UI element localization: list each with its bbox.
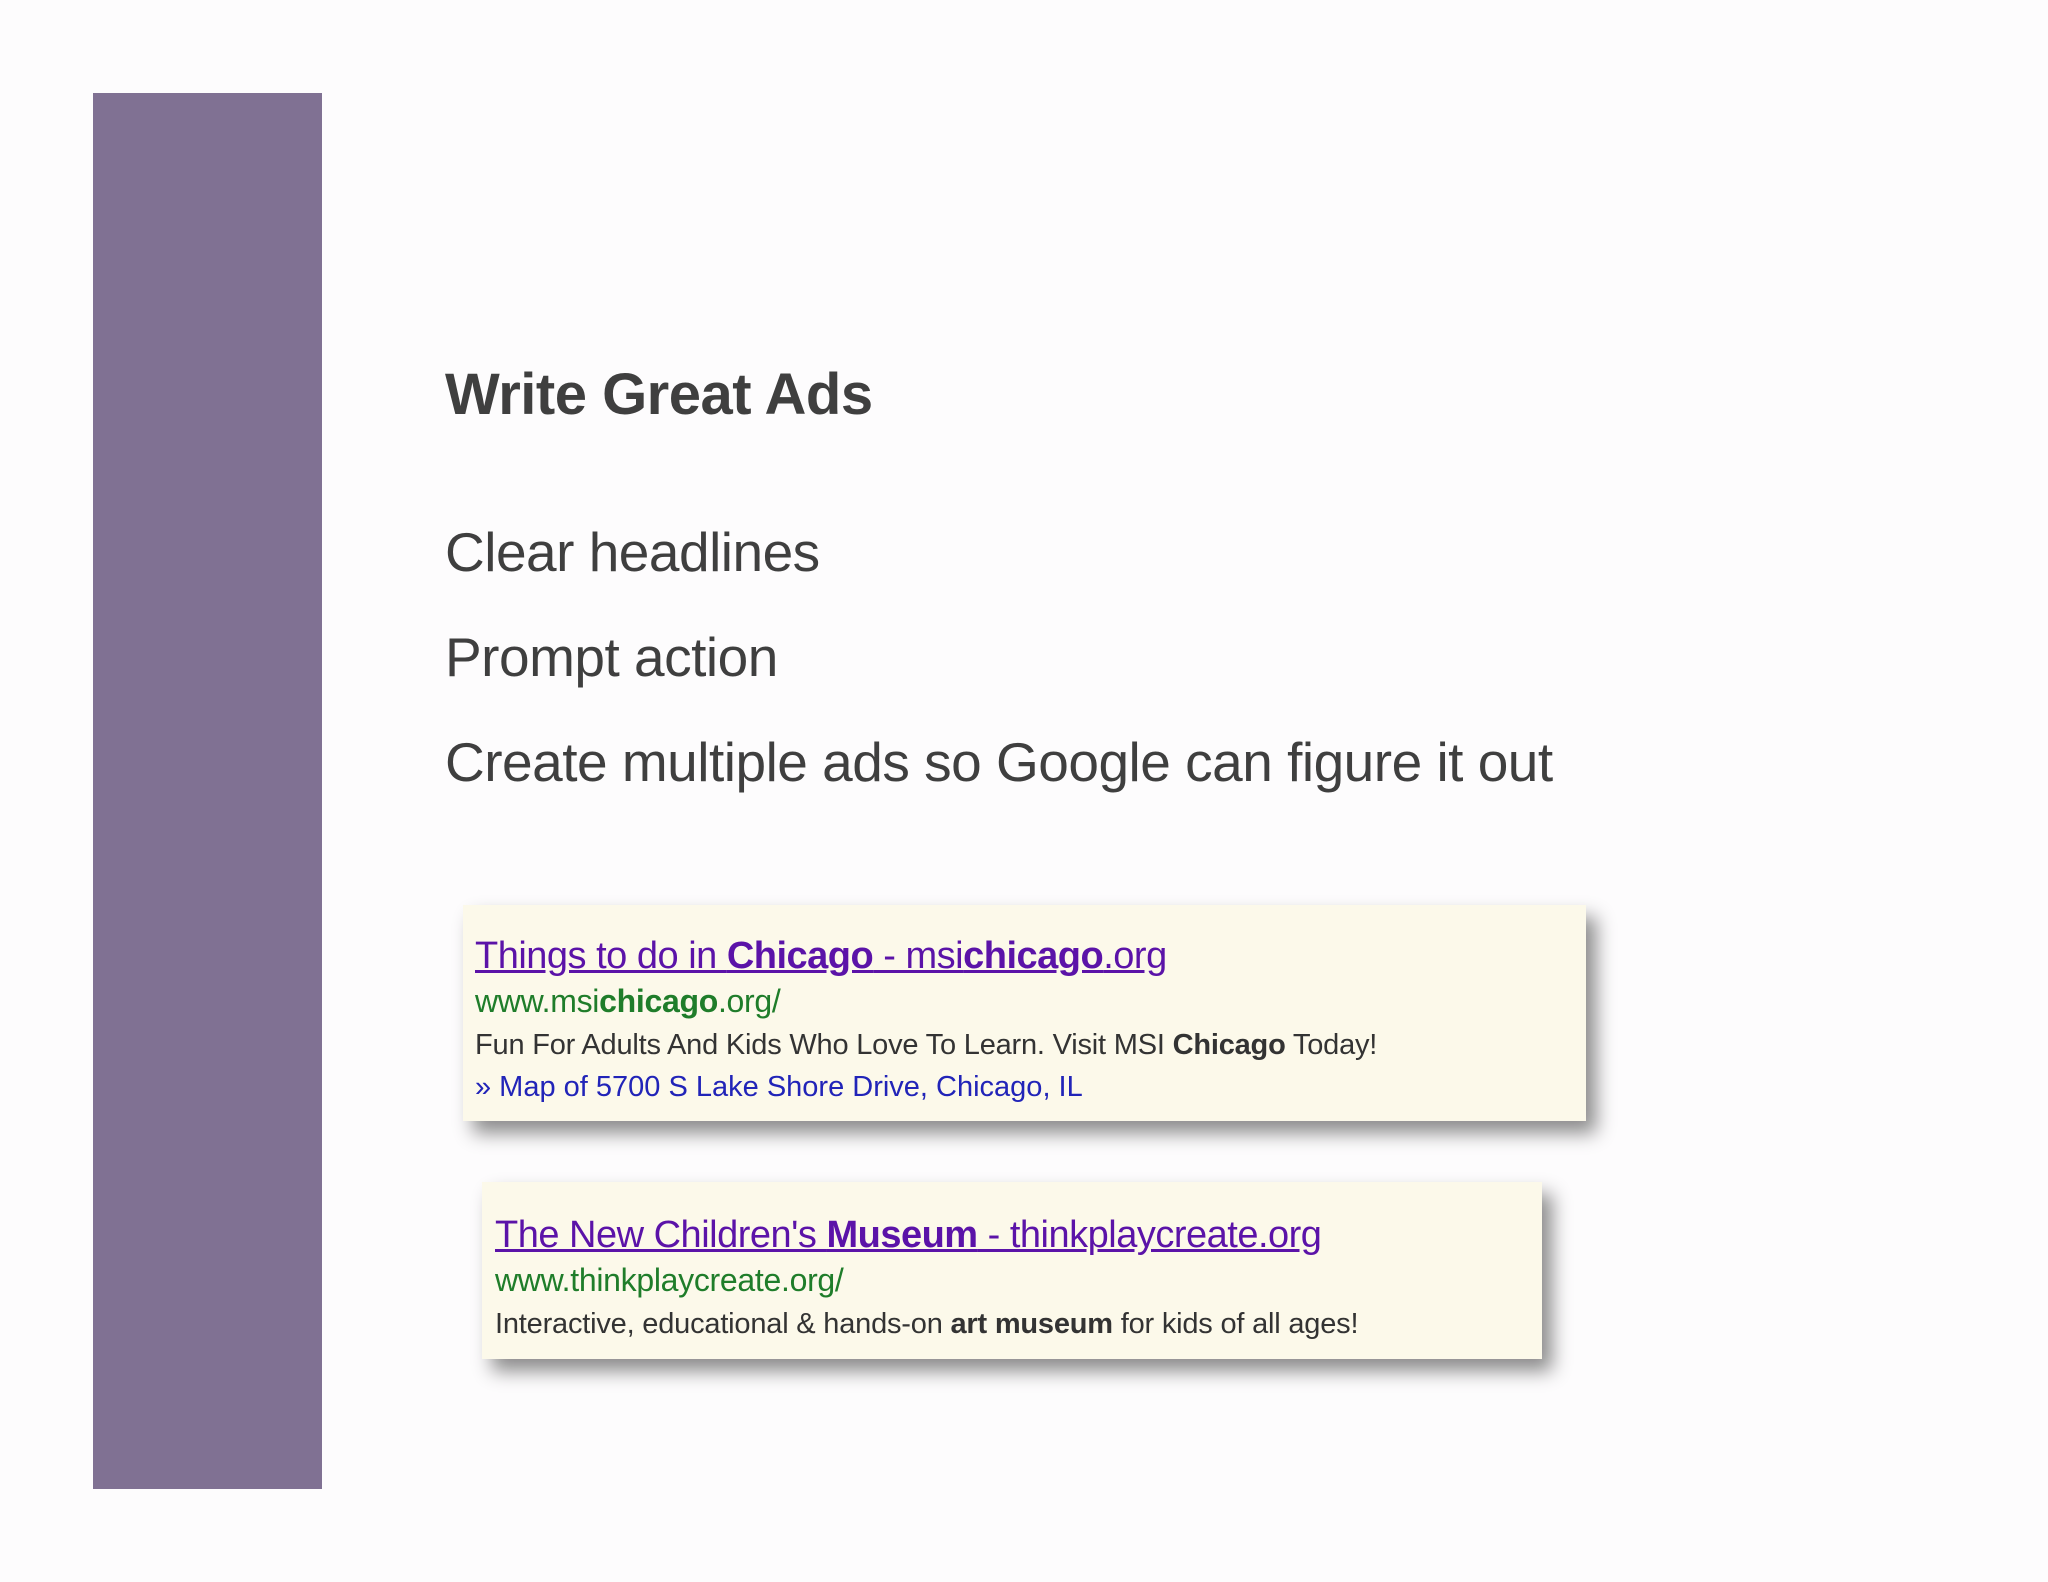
ad-desc-text: Today! [1285,1029,1378,1061]
ad-display-url: www.thinkplaycreate.org/ [495,1258,1542,1302]
ad-headline-text: - msi [873,935,964,977]
ad-headline-text: Things to do in [475,935,727,977]
ad-headline-keyword: chicago [963,935,1104,977]
ad-url-text: .org/ [717,983,781,1019]
ad-desc-text: Interactive, educational & hands-on [495,1308,951,1340]
ad-headline-link[interactable]: The New Children's Museum - thinkplaycre… [495,1212,1542,1258]
ad-headline-keyword: Chicago [726,935,874,977]
bullet-list: Clear headlines Prompt action Create mul… [445,500,1945,815]
ad-description: Fun For Adults And Kids Who Love To Lear… [475,1023,1586,1067]
slide-title: Write Great Ads [445,362,873,427]
ad-headline-keyword: Museum [826,1214,978,1256]
bullet-item: Create multiple ads so Google can figure… [445,731,1553,793]
ad-desc-keyword: Chicago [1172,1029,1286,1061]
ad-headline-text: - thinkplaycreate.org [977,1214,1322,1256]
ad-desc-text: Fun For Adults And Kids Who Love To Lear… [475,1029,1173,1061]
ad-headline-link[interactable]: Things to do in Chicago - msichicago.org [475,933,1586,979]
side-accent-bar [93,93,322,1489]
ad-display-url: www.msichicago.org/ [475,979,1586,1023]
ad-preview-msichicago: Things to do in Chicago - msichicago.org… [463,905,1586,1121]
slide-content: Write Great Ads Clear headlines Prompt a… [445,355,1945,815]
ad-headline-text: The New Children's [495,1214,827,1256]
bullet-item: Prompt action [445,626,778,688]
ad-description: Interactive, educational & hands-on art … [495,1302,1542,1346]
ad-map-sitelink[interactable]: » Map of 5700 S Lake Shore Drive, Chicag… [475,1067,1586,1107]
ad-url-text: www.thinkplaycreate.org/ [495,1262,844,1298]
ad-desc-text: for kids of all ages! [1112,1308,1359,1340]
ad-url-keyword: chicago [599,983,718,1019]
slide: Write Great Ads Clear headlines Prompt a… [0,0,2048,1582]
ad-desc-keyword: art museum [950,1308,1113,1340]
ad-headline-text: .org [1103,935,1167,977]
ad-url-text: www.msi [475,983,600,1019]
bullet-item: Clear headlines [445,521,820,583]
ad-preview-thinkplaycreate: The New Children's Museum - thinkplaycre… [482,1182,1542,1359]
